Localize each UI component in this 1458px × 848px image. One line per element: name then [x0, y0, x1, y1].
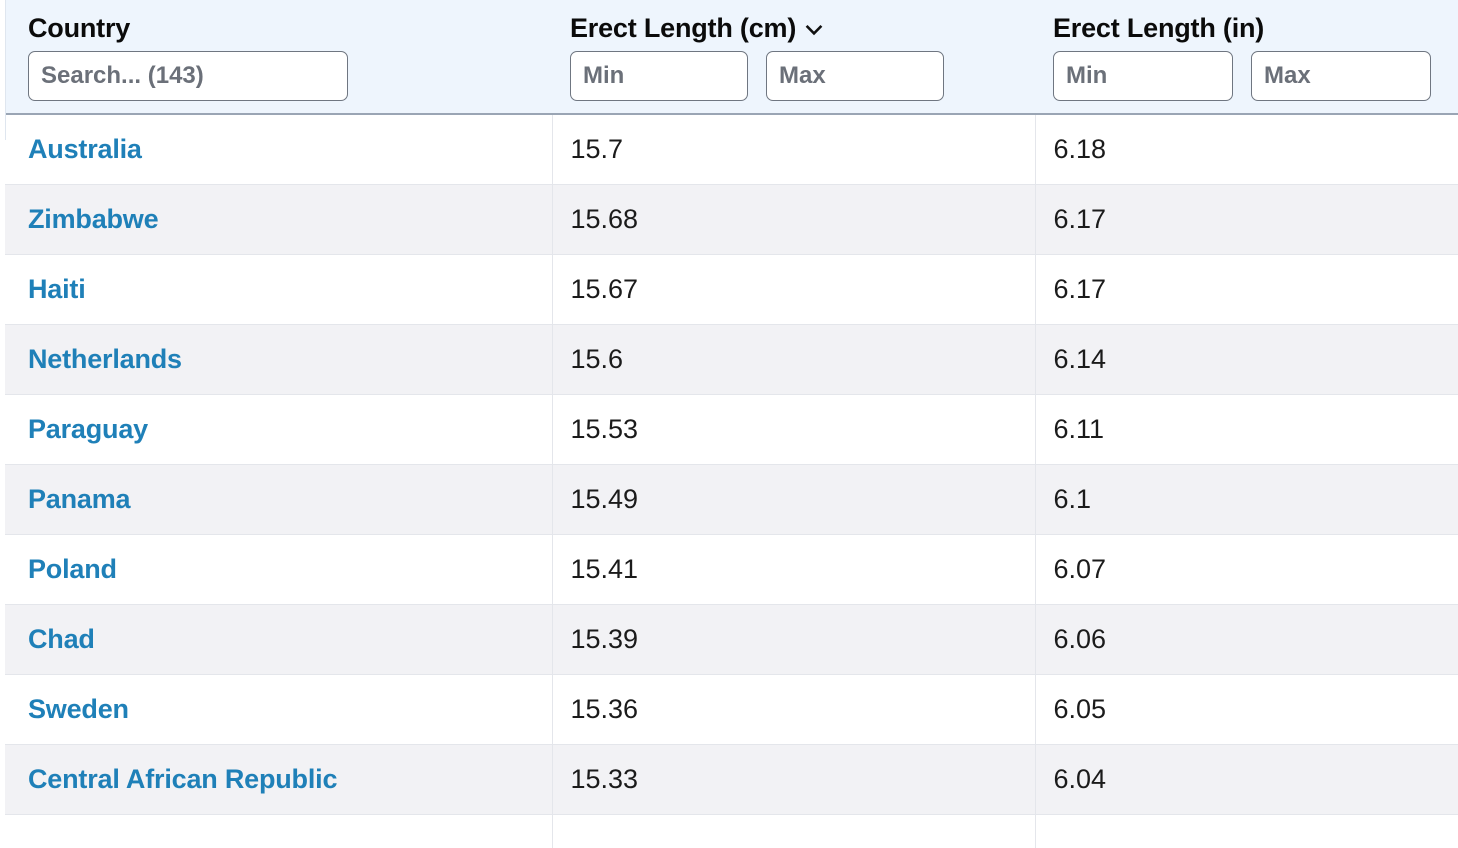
cell-erect-length-in: 6.04 — [1035, 744, 1458, 816]
cell-country: Poland — [0, 534, 553, 606]
column-header-country[interactable]: Country — [0, 0, 552, 116]
cell-country: Sweden — [0, 674, 553, 746]
cell-country: Haiti — [0, 254, 553, 326]
cell-erect-length-cm: 15.67 — [552, 254, 1036, 326]
cell-erect-length-cm: 15.68 — [552, 184, 1036, 256]
cell-erect-length-cm: 15.36 — [552, 674, 1036, 746]
table-row[interactable]: Panama 15.49 6.1 — [0, 464, 1458, 536]
country-link[interactable]: Sweden — [28, 694, 129, 724]
value-in: 6.07 — [1053, 554, 1107, 585]
country-link[interactable]: Panama — [28, 484, 131, 514]
value-in: 6.14 — [1053, 344, 1107, 375]
cell-country: Central African Republic — [0, 744, 553, 816]
value-in: 6.05 — [1053, 694, 1107, 725]
value-in: 6.11 — [1053, 414, 1105, 445]
value-in: 6.1 — [1053, 484, 1092, 515]
value-cm: 15.41 — [570, 554, 639, 585]
country-link[interactable]: Haiti — [28, 274, 86, 304]
cm-filter-row — [570, 51, 1035, 102]
country-search-input[interactable] — [28, 51, 348, 102]
country-filter-row — [28, 51, 552, 102]
country-link[interactable]: Central African Republic — [28, 764, 337, 794]
cell-erect-length-in: 6.11 — [1035, 394, 1458, 466]
cell-erect-length-cm — [552, 814, 1036, 848]
table-row[interactable]: Haiti 15.67 6.17 — [0, 254, 1458, 326]
value-in: 6.18 — [1053, 134, 1107, 165]
cell-erect-length-cm: 15.6 — [552, 324, 1036, 396]
value-cm: 15.53 — [570, 414, 639, 445]
table-row-partial[interactable] — [0, 814, 1458, 848]
column-header-country-label: Country — [28, 13, 131, 43]
table-header-row: Country Erect Length (cm) — [0, 0, 1458, 116]
country-link[interactable]: Poland — [28, 554, 117, 584]
country-link[interactable]: Australia — [28, 134, 142, 164]
value-cm: 15.49 — [570, 484, 639, 515]
value-in: 6.06 — [1053, 624, 1107, 655]
country-link[interactable]: Netherlands — [28, 344, 182, 374]
cell-erect-length-in: 6.18 — [1035, 114, 1458, 186]
in-min-input[interactable] — [1053, 51, 1233, 102]
cell-erect-length-cm: 15.39 — [552, 604, 1036, 676]
in-max-input[interactable] — [1251, 51, 1431, 102]
cm-min-input[interactable] — [570, 51, 748, 102]
value-cm: 15.6 — [570, 344, 624, 375]
data-table-container: Country Erect Length (cm) — [0, 0, 1458, 848]
cm-max-input[interactable] — [766, 51, 944, 102]
table-row[interactable]: Sweden 15.36 6.05 — [0, 674, 1458, 746]
table-row[interactable]: Paraguay 15.53 6.11 — [0, 394, 1458, 466]
value-cm: 15.7 — [570, 134, 624, 165]
cell-erect-length-cm: 15.53 — [552, 394, 1036, 466]
country-link[interactable]: Zimbabwe — [28, 204, 159, 234]
in-filter-row — [1053, 51, 1458, 102]
table-header: Country Erect Length (cm) — [0, 0, 1458, 116]
cell-country: Australia — [0, 114, 553, 186]
cell-erect-length-cm: 15.49 — [552, 464, 1036, 536]
cell-erect-length-cm: 15.41 — [552, 534, 1036, 606]
column-header-erect-length-cm[interactable]: Erect Length (cm) — [552, 0, 1035, 116]
column-header-in-label-wrap: Erect Length (in) — [1053, 13, 1458, 43]
cell-country: Panama — [0, 464, 553, 536]
table-body: Australia 15.7 6.18 Zimbabwe 15.68 6.17 … — [0, 114, 1458, 848]
country-link[interactable]: Chad — [28, 624, 95, 654]
value-cm: 15.33 — [570, 764, 639, 795]
cell-erect-length-cm: 15.33 — [552, 744, 1036, 816]
column-header-cm-label: Erect Length (cm) — [570, 13, 797, 43]
cell-erect-length-in: 6.07 — [1035, 534, 1458, 606]
table-row[interactable]: Australia 15.7 6.18 — [0, 114, 1458, 186]
country-link[interactable]: Paraguay — [28, 414, 148, 444]
column-header-in-label: Erect Length (in) — [1053, 13, 1265, 43]
cell-erect-length-in: 6.06 — [1035, 604, 1458, 676]
table-row[interactable]: Poland 15.41 6.07 — [0, 534, 1458, 606]
value-cm: 15.67 — [570, 274, 639, 305]
table-row[interactable]: Chad 15.39 6.06 — [0, 604, 1458, 676]
value-cm: 15.68 — [570, 204, 639, 235]
country-erect-length-table: Country Erect Length (cm) — [0, 0, 1458, 848]
cell-erect-length-cm: 15.7 — [552, 114, 1036, 186]
cell-country: Zimbabwe — [0, 184, 553, 256]
cell-erect-length-in: 6.17 — [1035, 184, 1458, 256]
value-in: 6.17 — [1053, 274, 1107, 305]
table-row[interactable]: Zimbabwe 15.68 6.17 — [0, 184, 1458, 256]
value-in: 6.04 — [1053, 764, 1107, 795]
table-row[interactable]: Central African Republic 15.33 6.04 — [0, 744, 1458, 816]
cell-erect-length-in — [1035, 814, 1458, 848]
cell-erect-length-in: 6.14 — [1035, 324, 1458, 396]
chevron-down-icon[interactable] — [803, 19, 825, 41]
table-row[interactable]: Netherlands 15.6 6.14 — [0, 324, 1458, 396]
value-cm: 15.36 — [570, 694, 639, 725]
cell-country: Paraguay — [0, 394, 553, 466]
value-in: 6.17 — [1053, 204, 1107, 235]
cell-country: Chad — [0, 604, 553, 676]
cell-erect-length-in: 6.05 — [1035, 674, 1458, 746]
cell-erect-length-in: 6.17 — [1035, 254, 1458, 326]
cell-country — [0, 814, 553, 848]
column-header-erect-length-in[interactable]: Erect Length (in) — [1035, 0, 1458, 116]
cell-erect-length-in: 6.1 — [1035, 464, 1458, 536]
column-header-cm-label-wrap: Erect Length (cm) — [570, 14, 1035, 42]
value-cm: 15.39 — [570, 624, 639, 655]
column-header-country-label-wrap: Country — [28, 13, 552, 43]
cell-country: Netherlands — [0, 324, 553, 396]
